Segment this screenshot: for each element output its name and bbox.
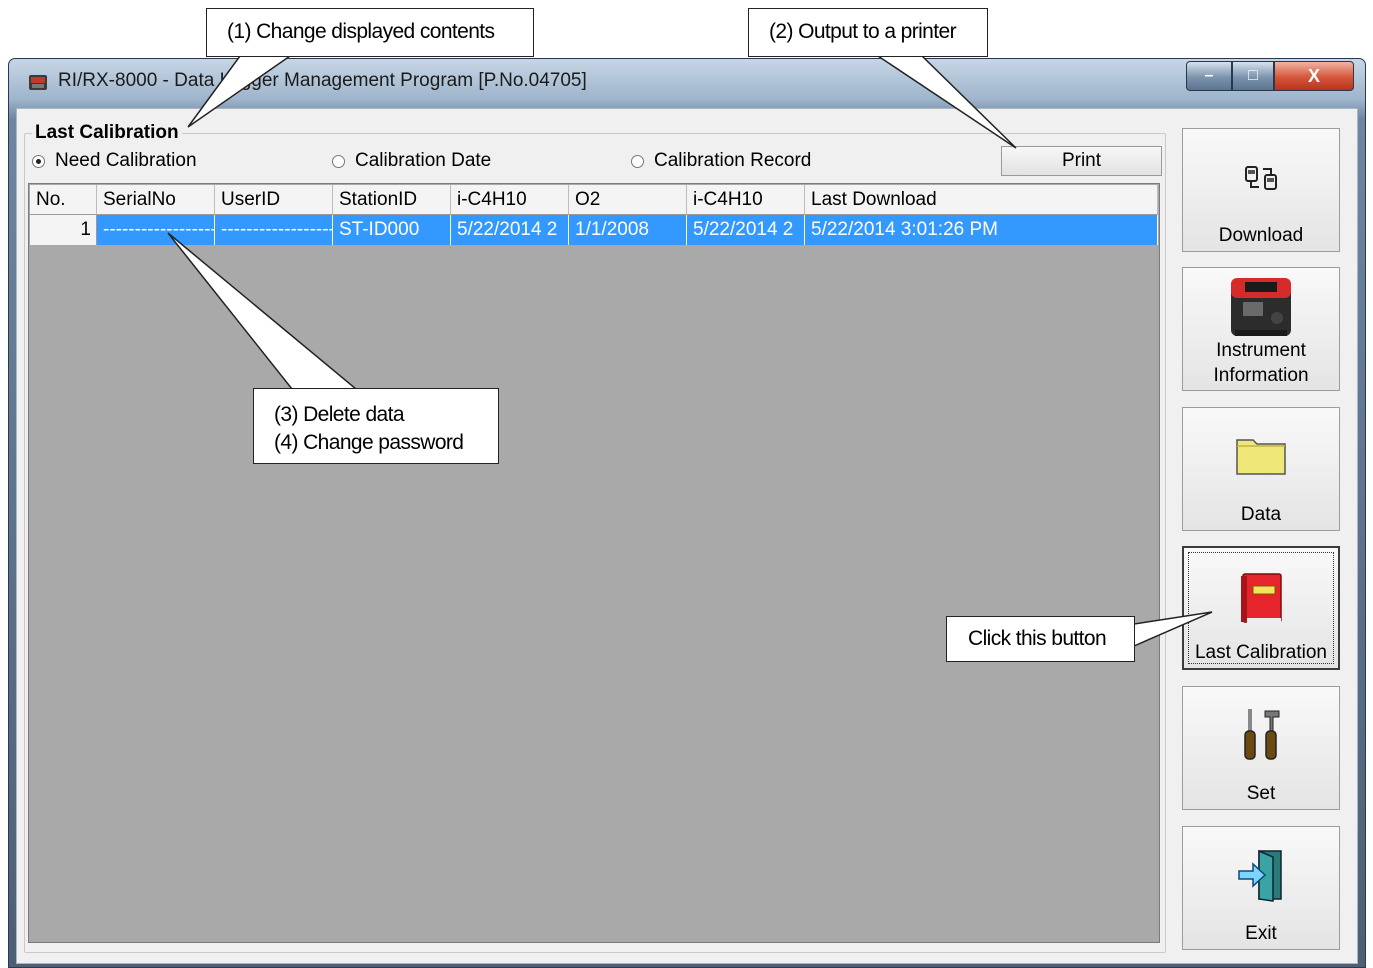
radio-unselected-icon <box>631 154 644 168</box>
column-header-stationid[interactable]: StationID <box>333 185 451 215</box>
download-button[interactable]: Download <box>1182 128 1340 252</box>
last-calibration-label: Last Calibration <box>1194 642 1328 663</box>
radio-label: Need Calibration <box>55 150 197 171</box>
instrument-information-button[interactable]: Instrument Information <box>1182 267 1340 391</box>
folder-icon <box>1235 432 1287 481</box>
column-header-ic4h10-2[interactable]: i-C4H10 <box>687 185 805 215</box>
tools-icon <box>1239 707 1283 768</box>
radio-label: Calibration Record <box>654 150 812 171</box>
callout-delete-and-password: (3) Delete data (4) Change password <box>253 388 499 464</box>
table-cell-ic4h10-2[interactable]: 5/22/2014 2 <box>687 215 805 245</box>
exit-label: Exit <box>1245 923 1277 944</box>
maximize-button[interactable]: □ <box>1232 61 1274 91</box>
print-button[interactable]: Print <box>1001 146 1162 176</box>
window-title: RI/RX-8000 - Data Logger Management Prog… <box>58 70 587 91</box>
close-button[interactable]: X <box>1274 61 1354 91</box>
download-icon <box>1244 161 1278 200</box>
column-header-ic4h10[interactable]: i-C4H10 <box>451 185 569 215</box>
instrument-label: Instrument <box>1216 340 1306 361</box>
download-label: Download <box>1218 225 1304 246</box>
table-cell-stationid[interactable]: ST-ID000 <box>333 215 451 245</box>
column-header-no[interactable]: No. <box>30 185 97 215</box>
radio-calibration-record[interactable]: Calibration Record <box>631 150 811 172</box>
table-row-number[interactable]: 1 <box>30 215 97 245</box>
table-cell-serialno[interactable]: -------------------- <box>97 215 215 245</box>
data-button[interactable]: Data <box>1182 407 1340 531</box>
callout-click-this-button: Click this button <box>946 616 1135 662</box>
table-cell-userid[interactable]: ------------------- <box>215 215 333 245</box>
column-header-last-download[interactable]: Last Download <box>805 185 1158 215</box>
radio-unselected-icon <box>332 154 345 168</box>
exit-button[interactable]: Exit <box>1182 826 1340 950</box>
exit-door-icon <box>1235 847 1287 908</box>
group-title: Last Calibration <box>32 122 182 144</box>
callout-output-to-printer: (2) Output to a printer <box>748 8 988 57</box>
radio-label: Calibration Date <box>355 150 492 171</box>
table-cell-last-download[interactable]: 5/22/2014 3:01:26 PM <box>805 215 1158 245</box>
set-button[interactable]: Set <box>1182 686 1340 810</box>
instrument-icon <box>1223 270 1299 347</box>
callout-delete-data: (3) Delete data <box>274 403 405 426</box>
column-header-userid[interactable]: UserID <box>215 185 333 215</box>
callout-change-password: (4) Change password <box>274 431 464 454</box>
calibration-book-icon <box>1235 570 1287 631</box>
column-header-serialno[interactable]: SerialNo <box>97 185 215 215</box>
calibration-table[interactable] <box>28 183 1160 943</box>
callout-change-displayed-contents: (1) Change displayed contents <box>206 8 534 57</box>
column-header-o2[interactable]: O2 <box>569 185 687 215</box>
set-label: Set <box>1246 783 1276 804</box>
minimize-button[interactable]: – <box>1186 61 1232 91</box>
data-label: Data <box>1240 504 1282 525</box>
last-calibration-button[interactable]: Last Calibration <box>1182 546 1340 670</box>
table-cell-o2[interactable]: 1/1/2008 <box>569 215 687 245</box>
app-icon <box>28 72 48 92</box>
radio-need-calibration[interactable]: Need Calibration <box>32 150 197 172</box>
radio-calibration-date[interactable]: Calibration Date <box>332 150 491 172</box>
radio-selected-icon <box>32 154 45 168</box>
information-label: Information <box>1213 365 1309 386</box>
table-cell-ic4h10[interactable]: 5/22/2014 2 <box>451 215 569 245</box>
